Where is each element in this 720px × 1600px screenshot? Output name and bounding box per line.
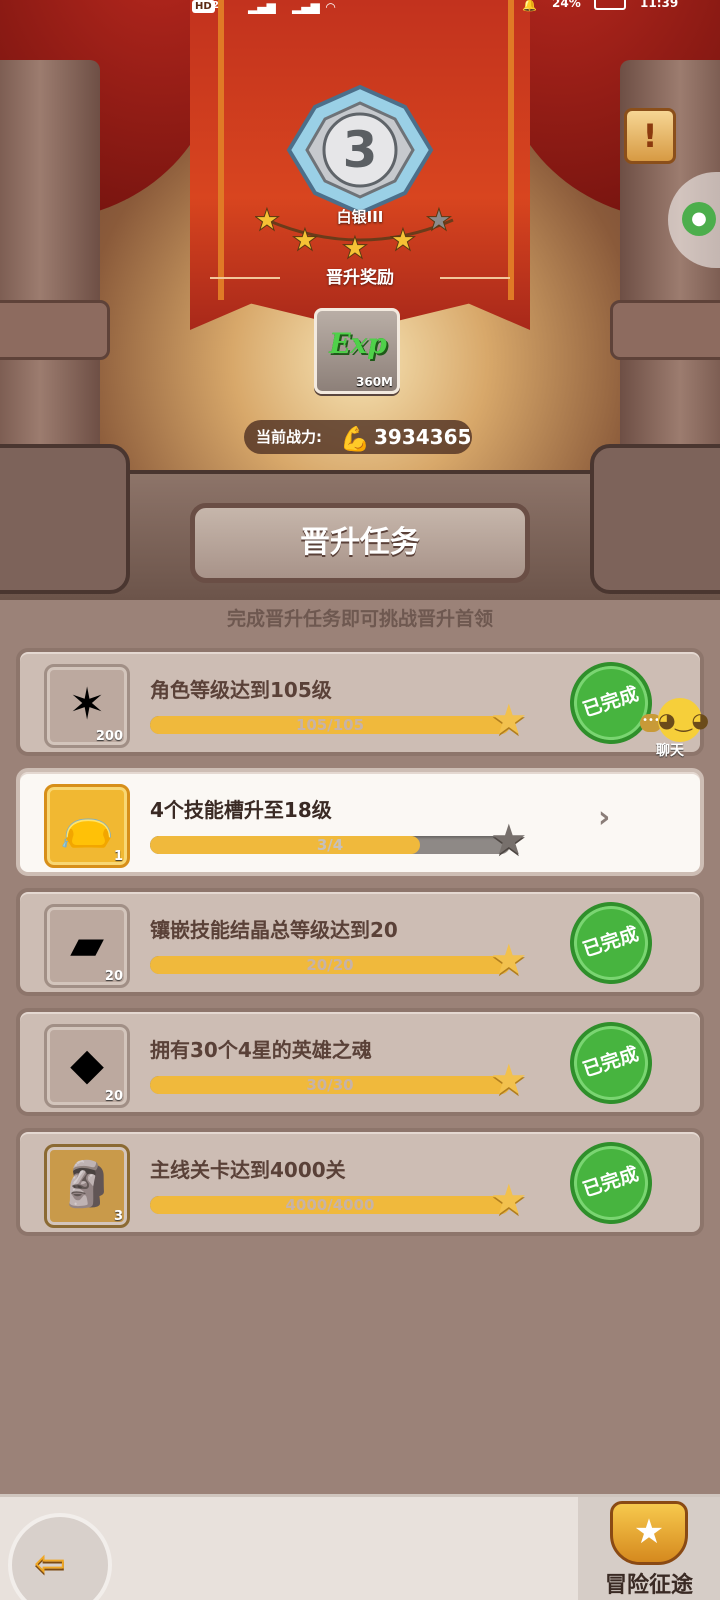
progress-text: 4000/4000 [285, 1196, 375, 1214]
section-subtitle: 完成晋升任务即可挑战晋升首领 [226, 608, 493, 630]
power-display: 当前战力: 💪 3934365 [244, 420, 472, 454]
task-label: 拥有30个4星的英雄之魂 [150, 1038, 372, 1062]
skill-bag-icon: 👝 1 [44, 784, 130, 868]
rank-star-icon: ★ [390, 223, 417, 258]
scroll-info-icon[interactable]: ! [624, 108, 676, 164]
wifi-icon: ◠ [326, 0, 336, 14]
task-label: 角色等级达到105级 [150, 678, 332, 702]
item-qty: 20 [104, 969, 123, 984]
star-icon: ★ [490, 1175, 528, 1224]
task-label: 镶嵌技能结晶总等级达到20 [150, 918, 398, 942]
rank-star-icon: ★ [255, 203, 280, 238]
back-button[interactable]: ⇦ [8, 1513, 112, 1600]
rank-star-icon: ★ [342, 231, 369, 266]
exp-amount: 360M [356, 375, 393, 389]
completed-badge: 已完成 [559, 1011, 663, 1115]
task-row[interactable]: 👝 1 4个技能槽升至18级 3/4 ★ › [16, 768, 704, 876]
adventure-label: 冒险征途 [604, 1573, 693, 1598]
item-qty: 20 [104, 1089, 123, 1104]
battery-percent: 24% [552, 0, 581, 10]
task-list: ✶ 200 角色等级达到105级 105/105 ★ 已完成 👝 1 4个技能槽升至… [16, 648, 704, 1248]
wechat-icon: ● [682, 202, 716, 236]
item-qty: 1 [113, 849, 123, 864]
task-label: 主线关卡达到4000关 [150, 1158, 346, 1182]
progress-bar: 30/30 [150, 1076, 510, 1094]
chat-float-button[interactable]: ••• ◕‿◕ 聊天 [636, 698, 720, 762]
progress-bar: 4000/4000 [150, 1196, 510, 1214]
exp-reward[interactable]: Exp 360M [314, 308, 400, 394]
rank-badge-icon: 3 [286, 85, 434, 215]
chat-mascot-icon: ◕‿◕ [658, 698, 709, 742]
completed-badge: 已完成 [559, 1131, 663, 1235]
back-arrow-icon: ⇦ [34, 1541, 66, 1585]
chevron-right-icon[interactable]: › [598, 800, 610, 835]
progress-text: 105/105 [295, 716, 365, 734]
task-row[interactable]: ▰ 20 镶嵌技能结晶总等级达到20 20/20 ★ 已完成 [16, 888, 704, 996]
progress-bar: 20/20 [150, 956, 510, 974]
power-label: 当前战力: [256, 428, 322, 446]
progress-text: 30/30 [306, 1076, 354, 1094]
item-qty: 3 [113, 1209, 123, 1224]
star-icon: ★ [490, 815, 528, 864]
sim-number: 2 [212, 0, 219, 11]
battery-icon [594, 0, 626, 10]
task-row[interactable]: ✶ 200 角色等级达到105级 105/105 ★ 已完成 [16, 648, 704, 756]
bell-icon: 🔔 [522, 0, 537, 12]
muscle-icon: 💪 [340, 425, 370, 453]
rank-star-icon: ★ [426, 203, 453, 238]
rank-stars: ★ ★ ★ ★ ★ [255, 203, 454, 267]
pillar-left [0, 60, 110, 480]
reward-title: 晋升奖励 [200, 263, 520, 293]
task-row[interactable]: 🗿 3 主线关卡达到4000关 4000/4000 ★ 已完成 [16, 1128, 704, 1236]
rank-star-icon: ★ [292, 223, 319, 258]
adventure-button[interactable]: ★ 冒险征途 [578, 1497, 720, 1600]
clock: 11:39 [640, 0, 679, 10]
task-row[interactable]: ◆ 20 拥有30个4星的英雄之魂 30/30 ★ 已完成 [16, 1008, 704, 1116]
star-icon: ★ [490, 935, 528, 984]
crystal-card-icon: ▰ 20 [44, 904, 130, 988]
section-title: 晋升任务 [190, 503, 530, 583]
status-bar: HD 2 ▂▄▆ ▂▄▆ ◠ 🔔 24% 11:39 [0, 0, 720, 14]
stone-golem-icon: 🗿 3 [44, 1144, 130, 1228]
signal-icon: ▂▄▆ [248, 0, 276, 14]
progress-text: 3/4 [316, 836, 344, 854]
exp-icon: Exp [329, 327, 387, 360]
power-value: 3934365 [374, 425, 472, 449]
adventure-emblem-icon: ★ [610, 1501, 688, 1565]
chat-label: 聊天 [656, 743, 684, 759]
rank-number: 3 [343, 121, 378, 179]
bottom-bar: ⇦ ★ 冒险征途 [0, 1494, 720, 1600]
star-icon: ★ [490, 695, 528, 744]
progress-bar: 3/4 [150, 836, 510, 854]
item-qty: 200 [95, 729, 123, 744]
starfish-icon: ✶ 200 [44, 664, 130, 748]
task-label: 4个技能槽升至18级 [150, 798, 332, 822]
completed-badge: 已完成 [559, 891, 663, 995]
progress-bar: 105/105 [150, 716, 510, 734]
signal-icon-2: ▂▄▆ [292, 0, 320, 14]
progress-text: 20/20 [306, 956, 354, 974]
star-icon: ★ [490, 1055, 528, 1104]
soul-shard-icon: ◆ 20 [44, 1024, 130, 1108]
